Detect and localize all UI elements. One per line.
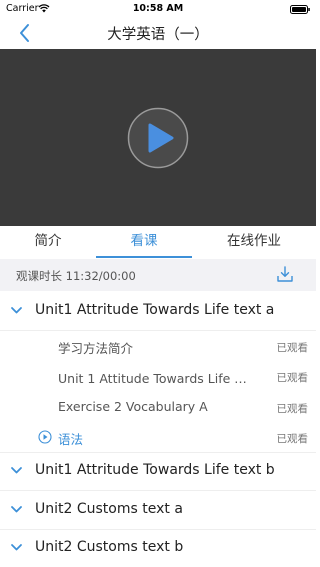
chevron-down-icon (11, 506, 22, 513)
tab-intro[interactable]: 简介 (0, 226, 96, 259)
unit-row[interactable]: Unit1 Attritude Towards Life text a (0, 292, 316, 331)
unit-title: Unit2 Customs text b (35, 539, 184, 555)
tab-online-homework[interactable]: 在线作业 (192, 226, 316, 259)
lesson-title: Unit 1 Attitude Towards Life 第… (58, 371, 258, 386)
unit-row[interactable]: Unit2 Customs text a (0, 491, 316, 530)
tab-bar: 简介 看课 在线作业 (0, 226, 316, 259)
chevron-down-icon (11, 544, 22, 551)
lesson-status: 已观看 (276, 433, 309, 445)
lesson-row-playing[interactable]: 语法 已观看 (0, 422, 316, 453)
lesson-row[interactable]: Exercise 2 Vocabulary A 已观看 (0, 392, 316, 422)
lesson-title: Exercise 2 Vocabulary A (58, 399, 208, 414)
status-bar: Carrier 10:58 AM (0, 0, 316, 18)
lesson-status: 已观看 (276, 403, 309, 415)
chevron-down-icon (11, 307, 22, 314)
unit-title: Unit1 Attritude Towards Life text a (35, 302, 275, 318)
battery-icon (290, 5, 310, 14)
unit-title: Unit1 Attritude Towards Life text b (35, 462, 275, 478)
lesson-status: 已观看 (276, 372, 309, 384)
unit-row[interactable]: Unit1 Attritude Towards Life text b (0, 452, 316, 491)
lesson-title: 语法 (58, 432, 84, 447)
watch-info-bar: 观课时长 11:32/00:00 (0, 259, 316, 291)
lesson-title: 学习方法简介 (58, 341, 134, 356)
tab-watch[interactable]: 看课 (96, 226, 192, 259)
unit-title: Unit2 Customs text a (35, 501, 183, 517)
play-circle-icon (38, 430, 52, 444)
page-title: 大学英语（一） (107, 27, 209, 43)
play-button[interactable] (127, 107, 189, 169)
lesson-row[interactable]: Unit 1 Attitude Towards Life 第… 已观看 (0, 361, 316, 391)
lesson-status: 已观看 (276, 342, 309, 354)
lesson-row[interactable]: 学习方法简介 已观看 (0, 331, 316, 361)
navigation-bar: 大学英语（一） (0, 18, 316, 48)
download-icon[interactable] (276, 265, 294, 283)
watch-duration: 观课时长 11:32/00:00 (16, 269, 136, 283)
chevron-down-icon (11, 467, 22, 474)
unit-row[interactable]: Unit2 Customs text b (0, 529, 316, 567)
active-tab-indicator (96, 256, 192, 258)
clock: 10:58 AM (132, 3, 184, 14)
